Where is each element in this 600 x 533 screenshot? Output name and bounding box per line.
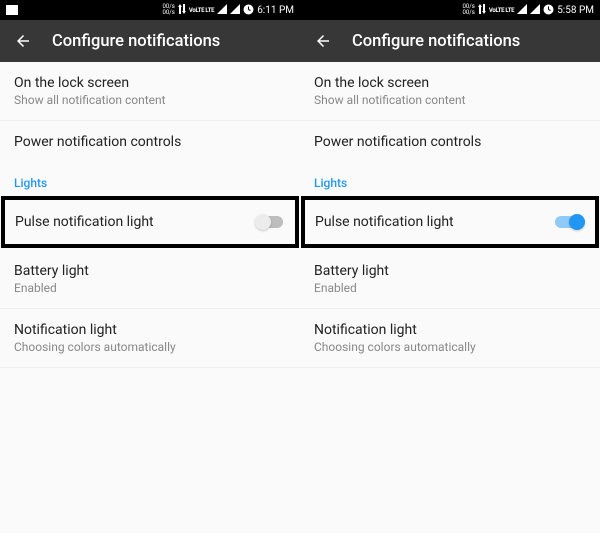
setting-pulse-notification-light[interactable]: Pulse notification light xyxy=(1,196,299,248)
setting-battery-light[interactable]: Battery light Enabled xyxy=(0,250,300,309)
setting-title: On the lock screen xyxy=(14,75,286,91)
setting-title: Power notification controls xyxy=(14,134,286,150)
volte-icon: VoLTE LTE xyxy=(489,7,514,14)
app-header: Configure notifications xyxy=(0,20,300,62)
setting-title: Notification light xyxy=(14,322,286,338)
page-title: Configure notifications xyxy=(52,32,220,51)
settings-list: On the lock screen Show all notification… xyxy=(300,62,600,533)
setting-subtitle: Show all notification content xyxy=(314,93,586,107)
updown-icon xyxy=(478,4,486,16)
setting-title: On the lock screen xyxy=(314,75,586,91)
setting-subtitle: Choosing colors automatically xyxy=(14,340,286,354)
setting-subtitle: Enabled xyxy=(14,281,286,295)
setting-lockscreen[interactable]: On the lock screen Show all notification… xyxy=(300,62,600,121)
setting-pulse-notification-light[interactable]: Pulse notification light xyxy=(301,196,599,248)
clock-icon xyxy=(243,4,254,17)
status-bar: 00/s 00/s VoLTE LTE 5:58 PM xyxy=(300,0,600,20)
clock-time: 6:11 PM xyxy=(257,5,294,16)
signal-icon xyxy=(517,4,527,16)
setting-notification-light[interactable]: Notification light Choosing colors autom… xyxy=(0,309,300,368)
signal-icon xyxy=(230,4,240,16)
setting-title: Battery light xyxy=(314,263,586,279)
setting-subtitle: Enabled xyxy=(314,281,586,295)
setting-title: Battery light xyxy=(14,263,286,279)
status-bar: 00/s 00/s VoLTE LTE 6:11 PM xyxy=(0,0,300,20)
setting-power-controls[interactable]: Power notification controls xyxy=(0,121,300,163)
updown-icon xyxy=(178,4,186,16)
setting-title: Pulse notification light xyxy=(315,214,454,230)
panel-left: 00/s 00/s VoLTE LTE 6:11 PM Configure no… xyxy=(0,0,300,533)
panel-right: 00/s 00/s VoLTE LTE 5:58 PM Configure no… xyxy=(300,0,600,533)
toggle-switch[interactable] xyxy=(555,215,585,229)
setting-subtitle: Choosing colors automatically xyxy=(314,340,586,354)
signal-icon xyxy=(530,4,540,16)
setting-lockscreen[interactable]: On the lock screen Show all notification… xyxy=(0,62,300,121)
clock-icon xyxy=(543,4,554,17)
signal-icon xyxy=(217,4,227,16)
setting-battery-light[interactable]: Battery light Enabled xyxy=(300,250,600,309)
data-rate: 00/s 00/s xyxy=(163,4,175,16)
back-arrow-icon[interactable] xyxy=(314,32,332,50)
data-rate: 00/s 00/s xyxy=(463,4,475,16)
app-header: Configure notifications xyxy=(300,20,600,62)
setting-power-controls[interactable]: Power notification controls xyxy=(300,121,600,163)
setting-title: Pulse notification light xyxy=(15,214,154,230)
toggle-switch[interactable] xyxy=(255,215,285,229)
section-label-lights: Lights xyxy=(300,163,600,194)
setting-notification-light[interactable]: Notification light Choosing colors autom… xyxy=(300,309,600,368)
section-label-lights: Lights xyxy=(0,163,300,194)
back-arrow-icon[interactable] xyxy=(14,32,32,50)
setting-title: Notification light xyxy=(314,322,586,338)
page-title: Configure notifications xyxy=(352,32,520,51)
volte-icon: VoLTE LTE xyxy=(189,7,214,14)
picture-icon xyxy=(6,5,18,15)
setting-subtitle: Show all notification content xyxy=(14,93,286,107)
setting-title: Power notification controls xyxy=(314,134,586,150)
clock-time: 5:58 PM xyxy=(557,5,594,16)
settings-list: On the lock screen Show all notification… xyxy=(0,62,300,533)
